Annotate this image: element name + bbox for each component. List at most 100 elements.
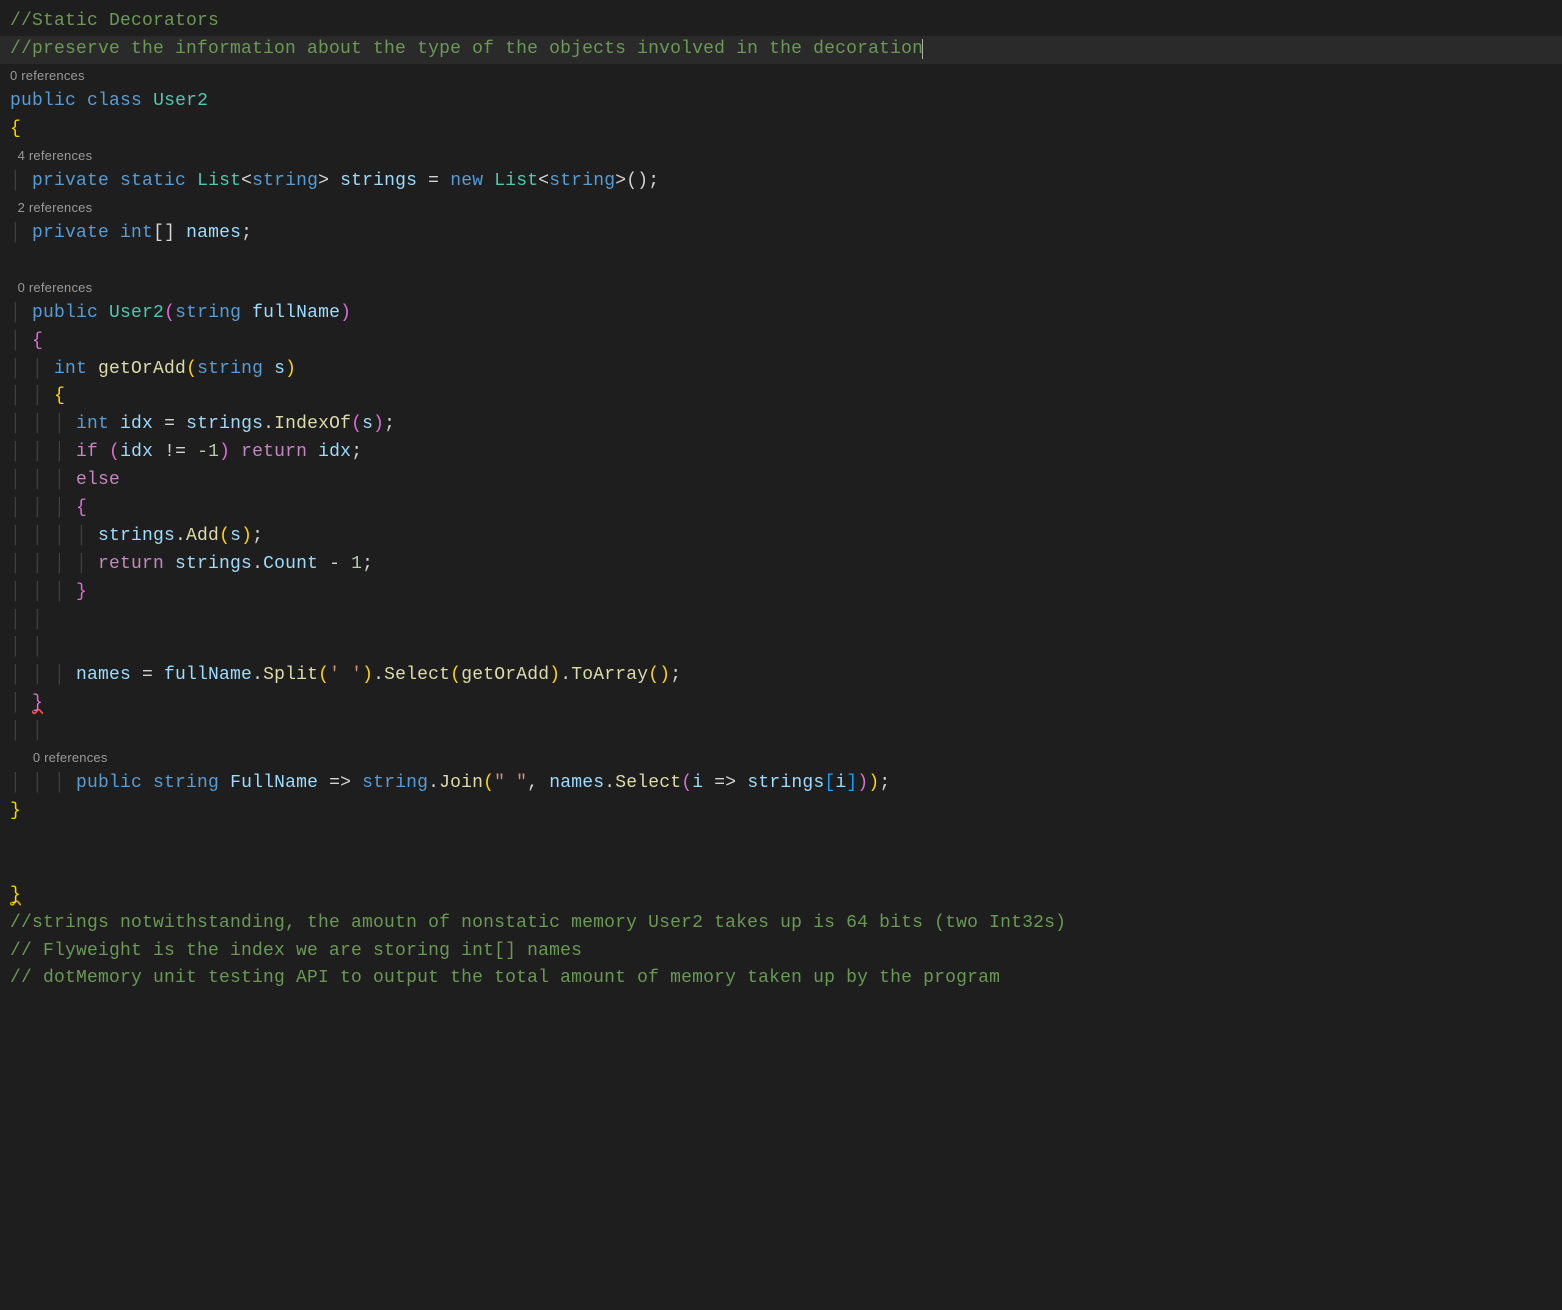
code-line-blank[interactable]: │ │ (0, 634, 1562, 662)
brace-token: } (76, 582, 87, 602)
code-editor[interactable]: //Static Decorators //preserve the infor… (0, 8, 1562, 993)
keyword-token: new (450, 171, 483, 191)
keyword-token: public (10, 91, 76, 111)
code-line[interactable]: │ │ │ │ return strings.Count - 1; (0, 551, 1562, 579)
property-token: Count (263, 554, 318, 574)
code-line[interactable]: │ │ int getOrAdd(string s) (0, 356, 1562, 384)
keyword-token: string (175, 303, 241, 323)
code-line[interactable]: │ │ │ } (0, 579, 1562, 607)
parameter-token: fullName (252, 303, 340, 323)
property-token: FullName (230, 773, 318, 793)
code-line[interactable]: │ public User2(string fullName) (0, 300, 1562, 328)
variable-token: i (692, 773, 703, 793)
code-line[interactable]: │ │ { (0, 383, 1562, 411)
code-line[interactable]: │ private static List<string> strings = … (0, 168, 1562, 196)
keyword-token: string (153, 773, 219, 793)
brace-token: { (10, 119, 21, 139)
number-token: 1 (351, 554, 362, 574)
keyword-token: class (87, 91, 142, 111)
codelens-reference[interactable]: 0 references (0, 746, 1562, 770)
punct-token: (); (626, 171, 659, 191)
code-line[interactable]: │ } (0, 690, 1562, 718)
code-line-blank[interactable] (0, 854, 1562, 882)
keyword-token: static (120, 171, 186, 191)
operator-token: = (131, 665, 164, 685)
brace-token-warning: } (10, 885, 21, 905)
keyword-token: private (32, 223, 109, 243)
variable-token: i (835, 773, 846, 793)
variable-token: fullName (164, 665, 252, 685)
parameter-token: s (274, 359, 285, 379)
method-token: Split (263, 665, 318, 685)
code-line[interactable]: │ │ │ public string FullName => string.J… (0, 770, 1562, 798)
brace-token-error: } (32, 693, 43, 713)
variable-token: strings (175, 554, 252, 574)
variable-token: names (186, 223, 241, 243)
control-token: if (76, 442, 98, 462)
operator-token: != (153, 442, 197, 462)
code-line-blank[interactable]: │ │ (0, 607, 1562, 635)
variable-token: strings (186, 414, 263, 434)
codelens-reference[interactable]: 0 references (0, 276, 1562, 300)
codelens-reference[interactable]: 2 references (0, 196, 1562, 220)
code-line[interactable]: { (0, 116, 1562, 144)
variable-token: names (76, 665, 131, 685)
method-token: getOrAdd (461, 665, 549, 685)
method-token: IndexOf (274, 414, 351, 434)
code-line[interactable]: │ │ │ │ strings.Add(s); (0, 523, 1562, 551)
keyword-token: int (76, 414, 109, 434)
code-line[interactable]: │ │ │ { (0, 495, 1562, 523)
code-line[interactable]: //strings notwithstanding, the amoutn of… (0, 910, 1562, 938)
code-line[interactable]: } (0, 798, 1562, 826)
code-line[interactable]: │ │ │ else (0, 467, 1562, 495)
keyword-token: int (120, 223, 153, 243)
code-line[interactable]: // dotMemory unit testing API to output … (0, 965, 1562, 993)
control-token: return (98, 554, 164, 574)
variable-token: names (549, 773, 604, 793)
method-token: Select (615, 773, 681, 793)
code-line[interactable]: │ { (0, 328, 1562, 356)
comment-token: //strings notwithstanding, the amoutn of… (10, 913, 1066, 933)
type-token: User2 (153, 91, 208, 111)
code-line[interactable]: } (0, 882, 1562, 910)
variable-token: strings (98, 526, 175, 546)
code-line[interactable]: │ │ │ names = fullName.Split(' ').Select… (0, 662, 1562, 690)
keyword-token: string (197, 359, 263, 379)
codelens-reference[interactable]: 4 references (0, 144, 1562, 168)
keyword-token: int (54, 359, 87, 379)
code-line[interactable]: │ │ │ if (idx != -1) return idx; (0, 439, 1562, 467)
keyword-token: string (549, 171, 615, 191)
code-line-blank[interactable] (0, 826, 1562, 854)
code-line-blank[interactable] (0, 248, 1562, 276)
operator-token: => (703, 773, 747, 793)
operator-token: = (153, 414, 186, 434)
codelens-reference[interactable]: 0 references (0, 64, 1562, 88)
method-token: Add (186, 526, 219, 546)
code-line[interactable]: │ private int[] names; (0, 220, 1562, 248)
string-token: ' ' (329, 665, 362, 685)
bracket-token: [] (153, 223, 175, 243)
operator-token: - (318, 554, 351, 574)
method-token: Join (439, 773, 483, 793)
code-line-blank[interactable]: │ │ (0, 718, 1562, 746)
keyword-token: string (252, 171, 318, 191)
code-line[interactable]: //Static Decorators (0, 8, 1562, 36)
code-line-current[interactable]: //preserve the information about the typ… (0, 36, 1562, 64)
keyword-token: public (76, 773, 142, 793)
variable-token: strings (340, 171, 417, 191)
keyword-token: string (362, 773, 428, 793)
code-line[interactable]: // Flyweight is the index we are storing… (0, 938, 1562, 966)
variable-token: s (362, 414, 373, 434)
comment-token: //preserve the information about the typ… (10, 39, 923, 59)
type-token: List (197, 171, 241, 191)
keyword-token: private (32, 171, 109, 191)
brace-token: { (54, 386, 65, 406)
code-line[interactable]: │ │ │ int idx = strings.IndexOf(s); (0, 411, 1562, 439)
variable-token: idx (318, 442, 351, 462)
control-token: else (76, 470, 120, 490)
method-token: Select (384, 665, 450, 685)
brace-token: { (76, 498, 87, 518)
punct-token: ; (241, 223, 252, 243)
variable-token: idx (120, 414, 153, 434)
code-line[interactable]: public class User2 (0, 88, 1562, 116)
